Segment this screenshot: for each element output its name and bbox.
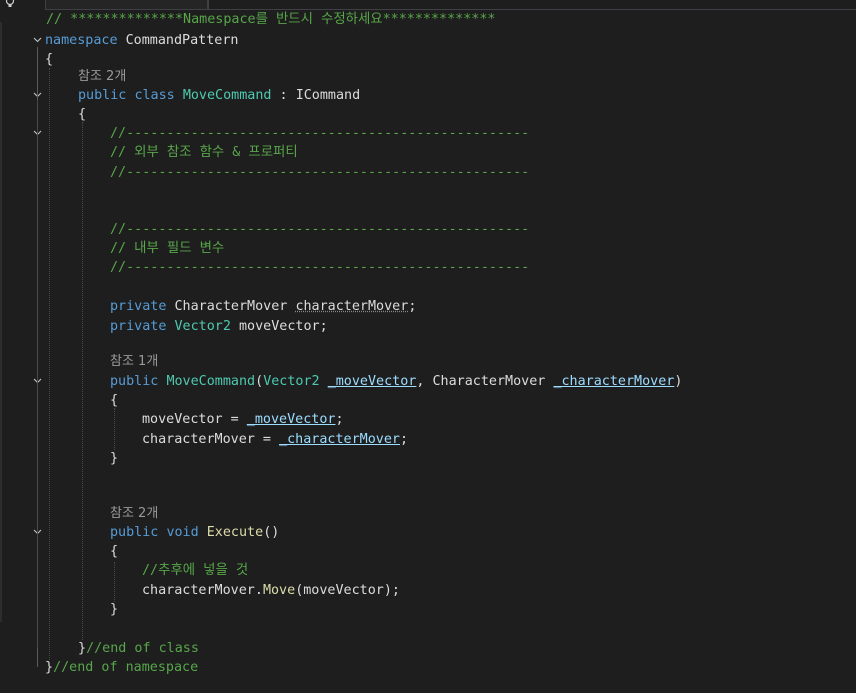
codelens-label[interactable]: 참조 1개 — [110, 354, 158, 369]
code-line[interactable]: }//end of class — [78, 639, 199, 658]
semicolon: ; — [335, 412, 344, 427]
keyword: public — [78, 88, 127, 103]
indent-guide — [114, 562, 115, 602]
code-line[interactable]: // 외부 참조 함수 & 프로퍼티 — [110, 143, 298, 162]
code-line[interactable]: namespace CommandPattern — [45, 31, 239, 50]
parens: () — [263, 525, 280, 540]
header-comment: // **************Namespace를 반드시 수정하세요***… — [46, 12, 496, 27]
codelens-label[interactable]: 참조 2개 — [110, 506, 158, 521]
separator-comment: //--------------------------------------… — [110, 165, 530, 180]
keyword: void — [166, 525, 199, 540]
code-line[interactable]: moveVector = _moveVector; — [142, 410, 344, 429]
method-name: Execute — [206, 525, 264, 540]
brace: } — [78, 641, 87, 656]
brace: } — [45, 660, 54, 675]
code-line[interactable]: //--------------------------------------… — [110, 220, 529, 239]
code-line[interactable]: { — [78, 105, 86, 124]
codelens-references[interactable]: 참조 2개 — [110, 504, 158, 523]
code-line[interactable]: private CharacterMover characterMover; — [110, 297, 416, 316]
section-comment: // 내부 필드 변수 — [110, 241, 225, 256]
interface-name: ICommand — [295, 88, 361, 103]
brace: { — [110, 393, 119, 408]
type-name: CharacterMover — [174, 299, 288, 314]
ctor-scope-line — [37, 386, 38, 458]
code-line[interactable]: characterMover = _characterMover; — [142, 430, 408, 449]
type-name: Vector2 — [174, 319, 231, 334]
param-name: _characterMover — [553, 374, 675, 389]
keyword: public — [110, 374, 159, 389]
namespace-name: CommandPattern — [125, 33, 239, 48]
assign-rhs: _moveVector — [246, 412, 336, 427]
call-object: characterMover. — [142, 583, 263, 598]
fold-chevron-icon[interactable] — [33, 35, 42, 44]
code-line[interactable]: { — [45, 50, 53, 69]
exec-scope-line — [37, 537, 38, 609]
indent-guide — [114, 408, 115, 450]
brace: } — [110, 602, 119, 617]
param-type: CharacterMover — [432, 374, 546, 389]
param-type: Vector2 — [263, 374, 320, 389]
keyword: public — [110, 525, 159, 540]
code-line[interactable]: public MoveCommand(Vector2 _moveVector, … — [110, 372, 682, 391]
assign-lhs: moveVector = — [142, 412, 247, 427]
section-comment: // 외부 참조 함수 & 프로퍼티 — [110, 145, 298, 160]
brace: } — [110, 451, 119, 466]
punctuation: : — [271, 88, 296, 103]
brace: { — [110, 544, 119, 559]
code-line[interactable]: // 내부 필드 변수 — [110, 239, 224, 258]
param-name: _moveVector — [327, 374, 417, 389]
code-line[interactable]: public void Execute() — [110, 523, 279, 542]
code-line[interactable]: } — [110, 449, 118, 468]
call-method: Move — [262, 583, 296, 598]
code-line[interactable]: //--------------------------------------… — [110, 258, 529, 277]
code-line[interactable]: //--------------------------------------… — [110, 124, 529, 143]
code-line[interactable]: //--------------------------------------… — [110, 163, 529, 182]
code-line[interactable]: } — [110, 600, 118, 619]
indent-guide — [49, 68, 50, 660]
code-line[interactable]: // **************Namespace를 반드시 수정하세요***… — [46, 10, 495, 29]
keyword: private — [110, 319, 167, 334]
navigation-dropdown-left[interactable] — [45, 0, 209, 10]
separator-comment: //--------------------------------------… — [110, 260, 530, 275]
code-line[interactable]: characterMover.Move(moveVector); — [142, 581, 400, 600]
semicolon: ; — [400, 432, 409, 447]
code-line[interactable]: public class MoveCommand : ICommand — [78, 86, 360, 105]
brace: { — [78, 107, 87, 122]
semicolon: ; — [319, 319, 328, 334]
constructor-name: MoveCommand — [166, 374, 256, 389]
code-line[interactable]: { — [110, 391, 118, 410]
code-line[interactable]: }//end of namespace — [45, 658, 198, 677]
keyword: namespace — [45, 33, 118, 48]
codelens-label[interactable]: 참조 2개 — [78, 69, 126, 84]
assign-lhs: characterMover = — [142, 432, 280, 447]
field-name: characterMover — [295, 299, 409, 314]
code-line[interactable]: //추후에 넣을 것 — [142, 561, 248, 580]
semicolon: ; — [408, 299, 417, 314]
codelens-references[interactable]: 참조 2개 — [78, 67, 126, 86]
todo-comment: //추후에 넣을 것 — [142, 563, 249, 578]
call-args: (moveVector); — [295, 583, 400, 598]
brace: { — [45, 52, 54, 67]
keyword: private — [110, 299, 167, 314]
class-name: MoveCommand — [182, 88, 272, 103]
separator-comment: //--------------------------------------… — [110, 222, 530, 237]
end-class-comment: //end of class — [86, 641, 199, 656]
field-name: moveVector — [239, 319, 320, 334]
separator-comment: //--------------------------------------… — [110, 126, 530, 141]
indent-guide — [82, 122, 83, 640]
end-namespace-comment: //end of namespace — [53, 660, 199, 675]
navigation-dropdown-right[interactable] — [207, 0, 856, 10]
code-line[interactable]: private Vector2 moveVector; — [110, 317, 328, 336]
codelens-references[interactable]: 참조 1개 — [110, 352, 158, 371]
keyword: class — [134, 88, 175, 103]
assign-rhs: _characterMover — [279, 432, 400, 447]
lightbulb-icon[interactable] — [4, 0, 16, 8]
code-line[interactable]: { — [110, 542, 118, 561]
